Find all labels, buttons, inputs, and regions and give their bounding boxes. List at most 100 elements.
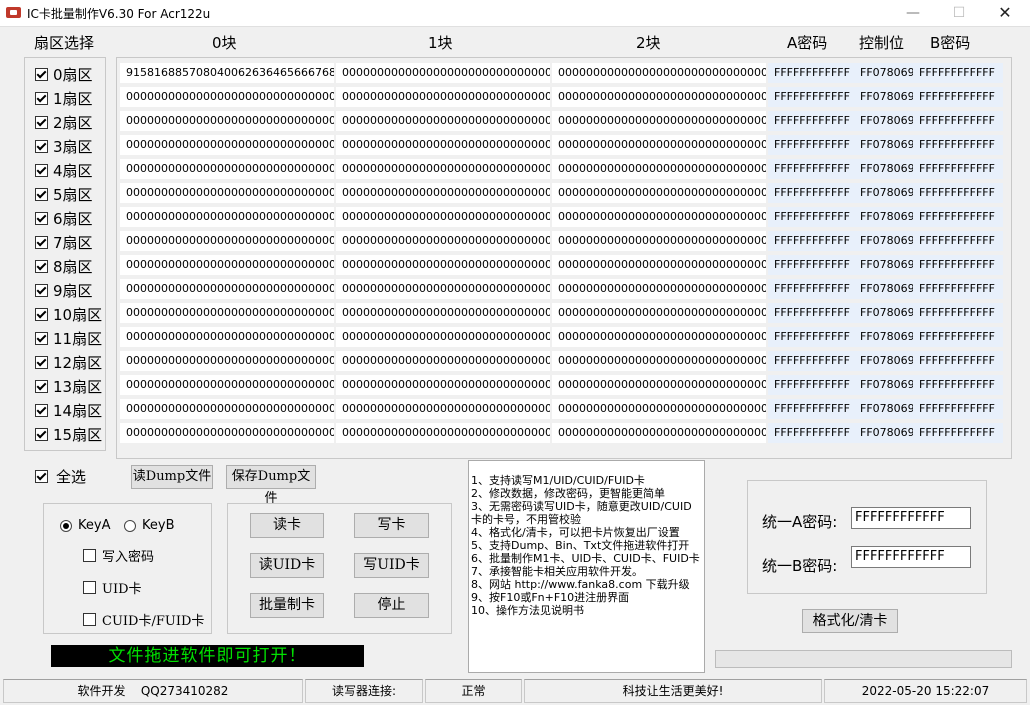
block0-cell[interactable]: 00000000000000000000000000000000 — [120, 375, 334, 395]
block1-cell[interactable]: 00000000000000000000000000000000 — [336, 255, 550, 275]
checkbox-icon[interactable] — [35, 404, 48, 417]
checkbox-icon[interactable] — [35, 68, 48, 81]
block0-cell[interactable]: 91581688570804006263646566676869 — [120, 63, 334, 83]
info-textbox[interactable]: 1、支持读写M1/UID/CUID/FUID卡 2、修改数据，修改密码，更智能更简… — [468, 460, 705, 673]
key-b-cell[interactable]: FFFFFFFFFFFF — [913, 183, 1003, 203]
block1-cell[interactable]: 00000000000000000000000000000000 — [336, 399, 550, 419]
sector-checkbox-7[interactable]: 7扇区 — [35, 232, 105, 256]
write-password-checkbox[interactable]: 写入密码 — [83, 546, 154, 565]
block0-cell[interactable]: 00000000000000000000000000000000 — [120, 111, 334, 131]
sector-checkbox-3[interactable]: 3扇区 — [35, 136, 105, 160]
block2-cell[interactable]: 00000000000000000000000000000000 — [552, 135, 766, 155]
block0-cell[interactable]: 00000000000000000000000000000000 — [120, 423, 334, 443]
block1-cell[interactable]: 00000000000000000000000000000000 — [336, 303, 550, 323]
write-card-button[interactable]: 写卡 — [354, 513, 429, 538]
key-b-cell[interactable]: FFFFFFFFFFFF — [913, 399, 1003, 419]
block1-cell[interactable]: 00000000000000000000000000000000 — [336, 207, 550, 227]
sector-checkbox-12[interactable]: 12扇区 — [35, 352, 105, 376]
uid-card-checkbox[interactable]: UID卡 — [83, 578, 142, 597]
block0-cell[interactable]: 00000000000000000000000000000000 — [120, 351, 334, 371]
checkbox-icon[interactable] — [35, 116, 48, 129]
block2-cell[interactable]: 00000000000000000000000000000000 — [552, 303, 766, 323]
access-bits-cell[interactable]: FF078069 — [854, 423, 913, 443]
sector-checkbox-10[interactable]: 10扇区 — [35, 304, 105, 328]
block1-cell[interactable]: 00000000000000000000000000000000 — [336, 159, 550, 179]
key-a-cell[interactable]: FFFFFFFFFFFF — [768, 87, 854, 107]
key-b-cell[interactable]: FFFFFFFFFFFF — [913, 351, 1003, 371]
key-a-cell[interactable]: FFFFFFFFFFFF — [768, 159, 854, 179]
access-bits-cell[interactable]: FF078069 — [854, 399, 913, 419]
access-bits-cell[interactable]: FF078069 — [854, 351, 913, 371]
checkbox-icon[interactable] — [35, 236, 48, 249]
checkbox-icon[interactable] — [35, 188, 48, 201]
access-bits-cell[interactable]: FF078069 — [854, 279, 913, 299]
sector-checkbox-14[interactable]: 14扇区 — [35, 400, 105, 424]
block1-cell[interactable]: 00000000000000000000000000000000 — [336, 231, 550, 251]
format-card-button[interactable]: 格式化/清卡 — [802, 609, 898, 633]
block2-cell[interactable]: 00000000000000000000000000000000 — [552, 207, 766, 227]
key-a-cell[interactable]: FFFFFFFFFFFF — [768, 423, 854, 443]
key-b-cell[interactable]: FFFFFFFFFFFF — [913, 255, 1003, 275]
block2-cell[interactable]: 00000000000000000000000000000000 — [552, 255, 766, 275]
block2-cell[interactable]: 00000000000000000000000000000000 — [552, 399, 766, 419]
block2-cell[interactable]: 00000000000000000000000000000000 — [552, 351, 766, 371]
checkbox-icon[interactable] — [35, 260, 48, 273]
sector-checkbox-0[interactable]: 0扇区 — [35, 64, 105, 88]
access-bits-cell[interactable]: FF078069 — [854, 375, 913, 395]
select-all-checkbox[interactable]: 全选 — [35, 466, 86, 487]
maximize-icon[interactable]: ☐ — [936, 0, 982, 26]
key-a-cell[interactable]: FFFFFFFFFFFF — [768, 327, 854, 347]
access-bits-cell[interactable]: FF078069 — [854, 255, 913, 275]
block1-cell[interactable]: 00000000000000000000000000000000 — [336, 279, 550, 299]
access-bits-cell[interactable]: FF078069 — [854, 231, 913, 251]
key-b-cell[interactable]: FFFFFFFFFFFF — [913, 327, 1003, 347]
block1-cell[interactable]: 00000000000000000000000000000000 — [336, 87, 550, 107]
checkbox-icon[interactable] — [35, 164, 48, 177]
key-b-cell[interactable]: FFFFFFFFFFFF — [913, 303, 1003, 323]
key-b-cell[interactable]: FFFFFFFFFFFF — [913, 375, 1003, 395]
block2-cell[interactable]: 00000000000000000000000000000000 — [552, 183, 766, 203]
block0-cell[interactable]: 00000000000000000000000000000000 — [120, 87, 334, 107]
checkbox-icon[interactable] — [35, 212, 48, 225]
read-uid-button[interactable]: 读UID卡 — [250, 553, 324, 578]
checkbox-icon[interactable] — [35, 92, 48, 105]
block2-cell[interactable]: 00000000000000000000000000000000 — [552, 423, 766, 443]
key-a-cell[interactable]: FFFFFFFFFFFF — [768, 279, 854, 299]
read-dump-button[interactable]: 读Dump文件 — [131, 465, 213, 489]
block2-cell[interactable]: 00000000000000000000000000000000 — [552, 63, 766, 83]
checkbox-icon[interactable] — [83, 581, 96, 594]
access-bits-cell[interactable]: FF078069 — [854, 87, 913, 107]
checkbox-icon[interactable] — [83, 549, 96, 562]
block0-cell[interactable]: 00000000000000000000000000000000 — [120, 279, 334, 299]
key-a-cell[interactable]: FFFFFFFFFFFF — [768, 375, 854, 395]
block2-cell[interactable]: 00000000000000000000000000000000 — [552, 327, 766, 347]
key-b-cell[interactable]: FFFFFFFFFFFF — [913, 231, 1003, 251]
block0-cell[interactable]: 00000000000000000000000000000000 — [120, 327, 334, 347]
close-icon[interactable]: ✕ — [982, 0, 1028, 26]
radio-selected-icon[interactable] — [60, 519, 72, 532]
block2-cell[interactable]: 00000000000000000000000000000000 — [552, 231, 766, 251]
sector-checkbox-4[interactable]: 4扇区 — [35, 160, 105, 184]
key-a-cell[interactable]: FFFFFFFFFFFF — [768, 351, 854, 371]
stop-button[interactable]: 停止 — [354, 593, 429, 618]
key-a-cell[interactable]: FFFFFFFFFFFF — [768, 231, 854, 251]
block2-cell[interactable]: 00000000000000000000000000000000 — [552, 87, 766, 107]
access-bits-cell[interactable]: FF078069 — [854, 135, 913, 155]
keyb-radio[interactable]: KeyB — [124, 518, 175, 533]
batch-make-button[interactable]: 批量制卡 — [250, 593, 324, 618]
checkbox-icon[interactable] — [35, 284, 48, 297]
block1-cell[interactable]: 00000000000000000000000000000000 — [336, 111, 550, 131]
access-bits-cell[interactable]: FF078069 — [854, 111, 913, 131]
key-a-cell[interactable]: FFFFFFFFFFFF — [768, 183, 854, 203]
sector-checkbox-1[interactable]: 1扇区 — [35, 88, 105, 112]
sector-checkbox-13[interactable]: 13扇区 — [35, 376, 105, 400]
sector-checkbox-15[interactable]: 15扇区 — [35, 424, 105, 448]
block2-cell[interactable]: 00000000000000000000000000000000 — [552, 159, 766, 179]
sector-checkbox-11[interactable]: 11扇区 — [35, 328, 105, 352]
key-a-cell[interactable]: FFFFFFFFFFFF — [768, 255, 854, 275]
checkbox-icon[interactable] — [35, 470, 48, 483]
checkbox-icon[interactable] — [35, 356, 48, 369]
checkbox-icon[interactable] — [35, 308, 48, 321]
block2-cell[interactable]: 00000000000000000000000000000000 — [552, 111, 766, 131]
block1-cell[interactable]: 00000000000000000000000000000000 — [336, 63, 550, 83]
